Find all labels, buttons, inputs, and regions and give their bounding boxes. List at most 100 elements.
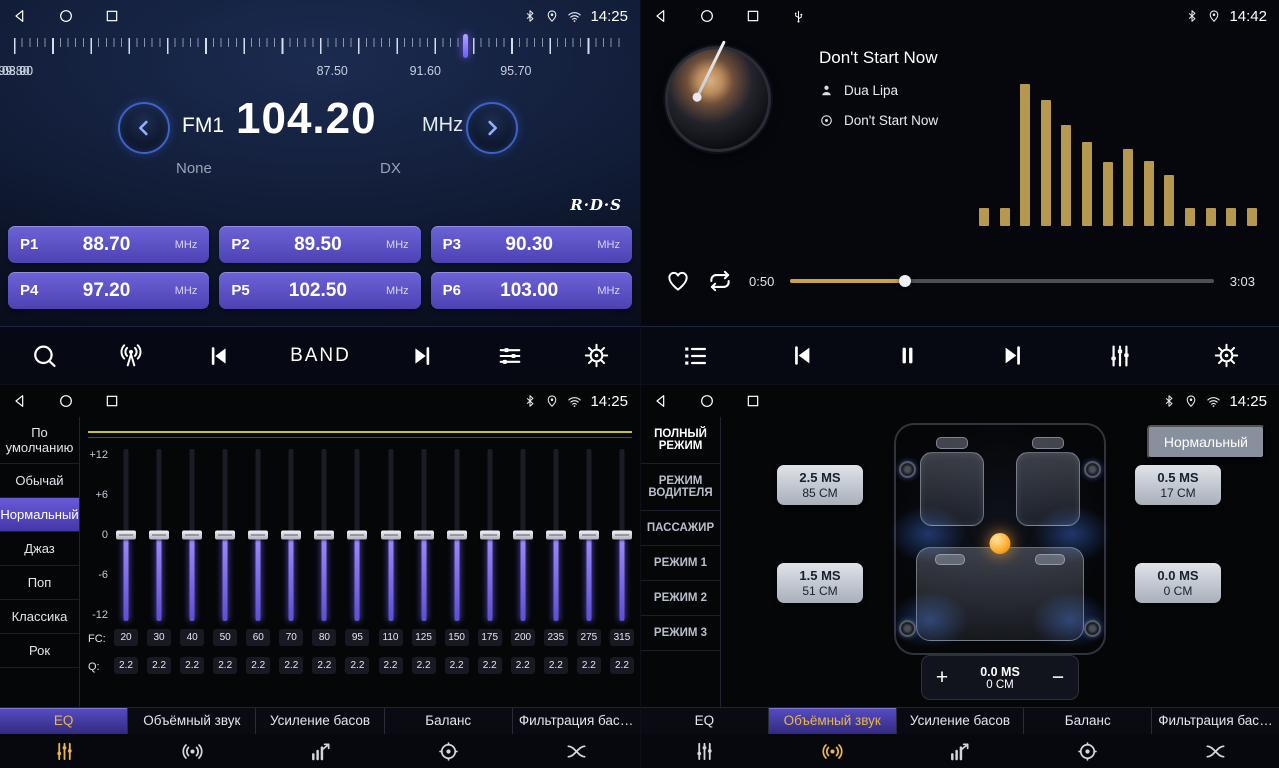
eq-band-slider[interactable] — [610, 449, 634, 621]
listening-mode-item[interactable]: РЕЖИМ 2 — [641, 581, 720, 616]
mixer-icon[interactable] — [1106, 342, 1134, 370]
nav-back-icon[interactable] — [12, 8, 28, 24]
eq-preset-item[interactable]: Джаз — [0, 532, 79, 566]
slider-thumb[interactable] — [281, 531, 301, 540]
nav-back-icon[interactable] — [12, 393, 28, 409]
band-button[interactable]: BAND — [290, 345, 351, 367]
tune-up-button[interactable] — [466, 102, 518, 154]
eq-band-slider[interactable] — [279, 449, 303, 621]
preset-button[interactable]: P4 97.20 MHz — [8, 272, 209, 309]
audio-tab[interactable]: EQ — [641, 708, 769, 734]
audio-tab[interactable]: Усиление басов — [256, 708, 384, 734]
prev-track-icon[interactable] — [788, 342, 815, 369]
nav-recents-icon[interactable] — [745, 8, 761, 24]
nav-recents-icon[interactable] — [745, 393, 761, 409]
seek-bar[interactable] — [790, 274, 1213, 288]
audio-tab[interactable]: Баланс — [1024, 708, 1152, 734]
slider-thumb[interactable] — [513, 531, 533, 540]
tab-icon-bass-boost[interactable] — [896, 734, 1024, 768]
listening-mode-item[interactable]: РЕЖИМ 1 — [641, 546, 720, 581]
pause-icon[interactable] — [894, 342, 921, 369]
slider-thumb[interactable] — [248, 531, 268, 540]
listening-mode-item[interactable]: РЕЖИМ ВОДИТЕЛЯ — [641, 464, 720, 511]
preset-button[interactable]: P1 88.70 MHz — [8, 226, 209, 263]
listening-mode-item[interactable]: ПОЛНЫЙ РЕЖИМ — [641, 417, 720, 464]
nav-recents-icon[interactable] — [104, 8, 120, 24]
slider-thumb[interactable] — [215, 531, 235, 540]
slider-thumb[interactable] — [546, 531, 566, 540]
tuning-indicator[interactable] — [463, 34, 468, 58]
audio-tab[interactable]: Баланс — [385, 708, 513, 734]
eq-band-slider[interactable] — [180, 449, 204, 621]
slider-thumb[interactable] — [579, 531, 599, 540]
slider-thumb[interactable] — [480, 531, 500, 540]
tab-icon-filter[interactable] — [1151, 734, 1279, 768]
next-track-icon[interactable] — [410, 343, 436, 369]
audio-tab[interactable]: EQ — [0, 708, 128, 734]
settings-gear-icon[interactable] — [1213, 342, 1240, 369]
slider-thumb[interactable] — [314, 531, 334, 540]
seek-thumb[interactable] — [899, 275, 911, 287]
eq-preset-item[interactable]: Рок — [0, 634, 79, 668]
settings-gear-icon[interactable] — [583, 342, 610, 369]
slider-thumb[interactable] — [612, 531, 632, 540]
nav-back-icon[interactable] — [653, 8, 669, 24]
eq-preset-item[interactable]: По умолчанию — [0, 417, 79, 464]
tab-icon-balance[interactable] — [384, 734, 512, 768]
delay-increase-button[interactable]: + — [922, 666, 962, 690]
frequency-scale[interactable]: 87.5091.6095.7099.80103.90108.00 — [14, 34, 626, 90]
tune-down-button[interactable] — [118, 102, 170, 154]
audio-tab[interactable]: Фильтрация басов — [513, 708, 640, 734]
eq-band-slider[interactable] — [246, 449, 270, 621]
tab-icon-surround[interactable] — [128, 734, 256, 768]
front-left-delay[interactable]: 2.5 MS 85 CM — [777, 465, 863, 505]
listening-mode-item[interactable]: РЕЖИМ 3 — [641, 616, 720, 651]
eq-preset-item[interactable]: Поп — [0, 566, 79, 600]
nav-home-icon[interactable] — [58, 393, 74, 409]
eq-band-slider[interactable] — [412, 449, 436, 621]
eq-band-slider[interactable] — [114, 449, 138, 621]
eq-band-slider[interactable] — [147, 449, 171, 621]
slider-thumb[interactable] — [182, 531, 202, 540]
eq-band-slider[interactable] — [379, 449, 403, 621]
tab-icon-eq[interactable] — [641, 734, 769, 768]
eq-band-slider[interactable] — [544, 449, 568, 621]
preset-button[interactable]: P6 103.00 MHz — [431, 272, 632, 309]
slider-thumb[interactable] — [347, 531, 367, 540]
slider-thumb[interactable] — [149, 531, 169, 540]
slider-thumb[interactable] — [414, 531, 434, 540]
nav-back-icon[interactable] — [653, 393, 669, 409]
eq-band-slider[interactable] — [345, 449, 369, 621]
audio-tab[interactable]: Объёмный звук — [769, 708, 897, 734]
repeat-icon[interactable] — [707, 268, 733, 294]
audio-tab[interactable]: Объёмный звук — [128, 708, 256, 734]
eq-band-slider[interactable] — [213, 449, 237, 621]
rear-right-delay[interactable]: 0.0 MS 0 CM — [1135, 563, 1221, 603]
mixer-icon[interactable] — [496, 342, 524, 370]
audio-tab[interactable]: Фильтрация басов — [1152, 708, 1279, 734]
delay-decrease-button[interactable]: − — [1038, 666, 1078, 690]
eq-band-slider[interactable] — [445, 449, 469, 621]
scan-icon[interactable] — [30, 342, 58, 370]
eq-preset-item[interactable]: Классика — [0, 600, 79, 634]
tab-icon-balance[interactable] — [1024, 734, 1152, 768]
eq-band-slider[interactable] — [511, 449, 535, 621]
eq-band-slider[interactable] — [312, 449, 336, 621]
preset-button[interactable]: P2 89.50 MHz — [219, 226, 420, 263]
favorite-heart-icon[interactable] — [665, 268, 691, 294]
slider-thumb[interactable] — [381, 531, 401, 540]
eq-preset-item[interactable]: Нормальный — [0, 498, 79, 532]
eq-band-slider[interactable] — [577, 449, 601, 621]
slider-thumb[interactable] — [116, 531, 136, 540]
playlist-icon[interactable] — [681, 342, 709, 370]
tab-icon-filter[interactable] — [512, 734, 640, 768]
nav-home-icon[interactable] — [699, 8, 715, 24]
nav-home-icon[interactable] — [58, 8, 74, 24]
eq-preset-item[interactable]: Обычай — [0, 464, 79, 498]
audio-tab[interactable]: Усиление басов — [897, 708, 1025, 734]
slider-thumb[interactable] — [447, 531, 467, 540]
tab-icon-bass-boost[interactable] — [256, 734, 384, 768]
tab-icon-eq[interactable] — [0, 734, 128, 768]
preset-button[interactable]: P5 102.50 MHz — [219, 272, 420, 309]
nav-recents-icon[interactable] — [104, 393, 120, 409]
